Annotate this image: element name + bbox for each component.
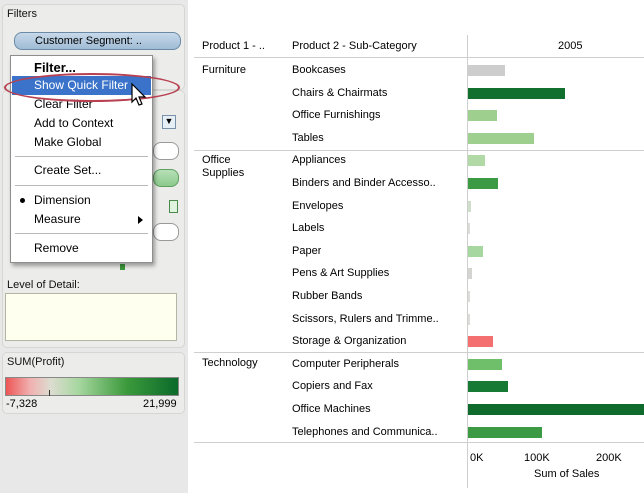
level-of-detail-label: Level of Detail: [7, 279, 80, 291]
axis-tick-label: 200K [596, 452, 622, 464]
bar-mark[interactable] [468, 223, 470, 235]
group-label-office-supplies[interactable]: Office Supplies [202, 154, 244, 180]
subcategory-label[interactable]: Storage & Organization [292, 335, 406, 347]
header-product-2[interactable]: Product 2 - Sub-Category [292, 40, 417, 52]
menu-item-add-to-context[interactable]: Add to Context [12, 114, 151, 133]
group-divider [194, 352, 644, 353]
color-shelf-pill[interactable] [153, 169, 179, 187]
bar-mark[interactable] [468, 268, 472, 280]
bar-mark[interactable] [468, 132, 535, 144]
bar-mark[interactable] [468, 155, 486, 167]
bar-mark[interactable] [468, 404, 644, 415]
header-divider [194, 57, 644, 58]
subcategory-label[interactable]: Rubber Bands [292, 290, 362, 302]
group-divider [194, 150, 644, 151]
bar-mark[interactable] [468, 313, 470, 325]
menu-item-dimension-label: Dimension [34, 193, 91, 207]
bar-mark[interactable] [468, 110, 497, 122]
bar-mark[interactable] [468, 87, 566, 99]
radio-bullet-icon [20, 198, 25, 203]
subcategory-label[interactable]: Paper [292, 245, 321, 257]
chevron-down-icon[interactable]: ▼ [162, 115, 176, 129]
subcategory-label[interactable]: Appliances [292, 154, 346, 166]
axis-tick-label: 100K [524, 452, 550, 464]
group-label-technology[interactable]: Technology [202, 357, 258, 369]
mouse-pointer-icon [131, 82, 147, 106]
bar-mark[interactable] [468, 178, 499, 189]
axis-divider [194, 442, 644, 443]
profit-color-gradient [5, 377, 179, 396]
axis-title: Sum of Sales [534, 468, 600, 480]
menu-item-create-set[interactable]: Create Set... [12, 161, 151, 180]
menu-item-make-global[interactable]: Make Global [12, 133, 151, 152]
size-slider-handle-icon[interactable] [120, 264, 125, 270]
bar-mark[interactable] [468, 336, 494, 348]
customer-segment-filter-pill[interactable]: Customer Segment: .. [14, 32, 181, 50]
bar-mark[interactable] [468, 65, 506, 76]
color-swatch-icon [169, 200, 178, 213]
bar-mark[interactable] [468, 291, 470, 302]
subcategory-label[interactable]: Pens & Art Supplies [292, 267, 389, 279]
zero-tick-mark [49, 390, 50, 396]
menu-separator [15, 156, 148, 157]
legend-min-value: -7,328 [6, 398, 38, 410]
bar-mark[interactable] [468, 200, 471, 212]
subcategory-label[interactable]: Binders and Binder Accesso.. [292, 177, 436, 189]
subcategory-label[interactable]: Bookcases [292, 64, 346, 76]
legend-max-value: 21,999 [143, 398, 177, 410]
menu-separator [15, 185, 148, 186]
axis-tick-label: 0K [470, 452, 484, 464]
subcategory-label[interactable]: Copiers and Fax [292, 380, 373, 392]
header-product-1[interactable]: Product 1 - .. [202, 40, 265, 52]
subcategory-label[interactable]: Telephones and Communica.. [292, 426, 438, 438]
pane-divider [467, 35, 468, 488]
subcategory-label[interactable]: Office Machines [292, 403, 371, 415]
menu-item-remove[interactable]: Remove [12, 239, 151, 258]
subcategory-label[interactable]: Tables [292, 132, 324, 144]
menu-item-dimension[interactable]: Dimension [12, 191, 151, 210]
bar-mark[interactable] [468, 358, 502, 370]
bar-mark[interactable] [468, 381, 508, 393]
worksheet-view: Product 1 - .. Product 2 - Sub-Category … [190, 11, 644, 493]
marks-type-dropdown[interactable] [153, 142, 179, 160]
group-label-furniture[interactable]: Furniture [202, 64, 246, 76]
subcategory-label[interactable]: Envelopes [292, 200, 343, 212]
menu-item-measure[interactable]: Measure [12, 210, 151, 229]
bar-mark[interactable] [468, 426, 543, 438]
size-shelf-pill[interactable] [153, 223, 179, 241]
legend-title: SUM(Profit) [7, 356, 65, 368]
subcategory-label[interactable]: Computer Peripherals [292, 358, 399, 370]
filters-card-title: Filters [7, 8, 37, 20]
subcategory-label[interactable]: Chairs & Chairmats [292, 87, 387, 99]
subcategory-label[interactable]: Labels [292, 222, 324, 234]
subcategory-label[interactable]: Office Furnishings [292, 109, 380, 121]
level-of-detail-shelf[interactable] [5, 293, 177, 341]
header-year[interactable]: 2005 [558, 40, 582, 52]
menu-item-measure-label: Measure [34, 212, 81, 226]
bar-mark[interactable] [468, 245, 484, 257]
subcategory-label[interactable]: Scissors, Rulers and Trimme.. [292, 313, 439, 325]
menu-separator [15, 233, 148, 234]
submenu-arrow-icon [138, 216, 143, 224]
highlight-annotation-ellipse [4, 73, 180, 102]
